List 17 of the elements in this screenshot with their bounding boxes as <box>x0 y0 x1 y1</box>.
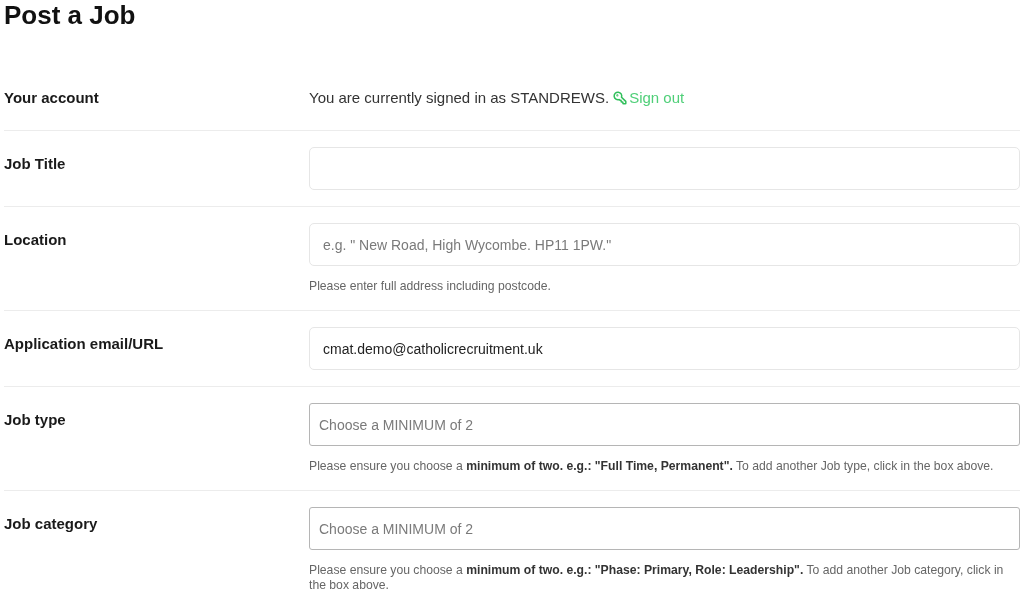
field-label: Job Title <box>4 154 67 174</box>
input-field[interactable] <box>309 147 1020 190</box>
help-text: Please ensure you choose a minimum of two. e.g.: "Phase: Primary, Role: Leadership". To add another Job category, click in the box above. <box>309 563 1005 593</box>
field-label: Location <box>4 230 68 250</box>
key-icon <box>613 91 628 105</box>
help-text: Please ensure you choose a minimum of two. e.g.: "Full Time, Permanent". To add another Job type, click in the box above. <box>309 459 995 474</box>
page-title: Post a Job <box>4 0 137 30</box>
field-label: Application email/URL <box>4 334 165 354</box>
field-label: Your account <box>4 88 100 108</box>
input-field[interactable]: cmat.demo@catholicrecruitment.uk <box>309 327 1020 370</box>
account-status-text: You are currently signed in as STANDREWS. <box>309 88 610 108</box>
input-field[interactable]: e.g. " New Road, High Wycombe. HP11 1PW." <box>309 223 1020 266</box>
field-label: Job type <box>4 410 67 430</box>
field-label: Job category <box>4 514 99 534</box>
multi-select-field[interactable]: Choose a MINIMUM of 2 <box>309 403 1020 446</box>
multi-select-field[interactable]: Choose a MINIMUM of 2 <box>309 507 1020 550</box>
help-text: Please enter full address including postcode. <box>309 279 552 294</box>
